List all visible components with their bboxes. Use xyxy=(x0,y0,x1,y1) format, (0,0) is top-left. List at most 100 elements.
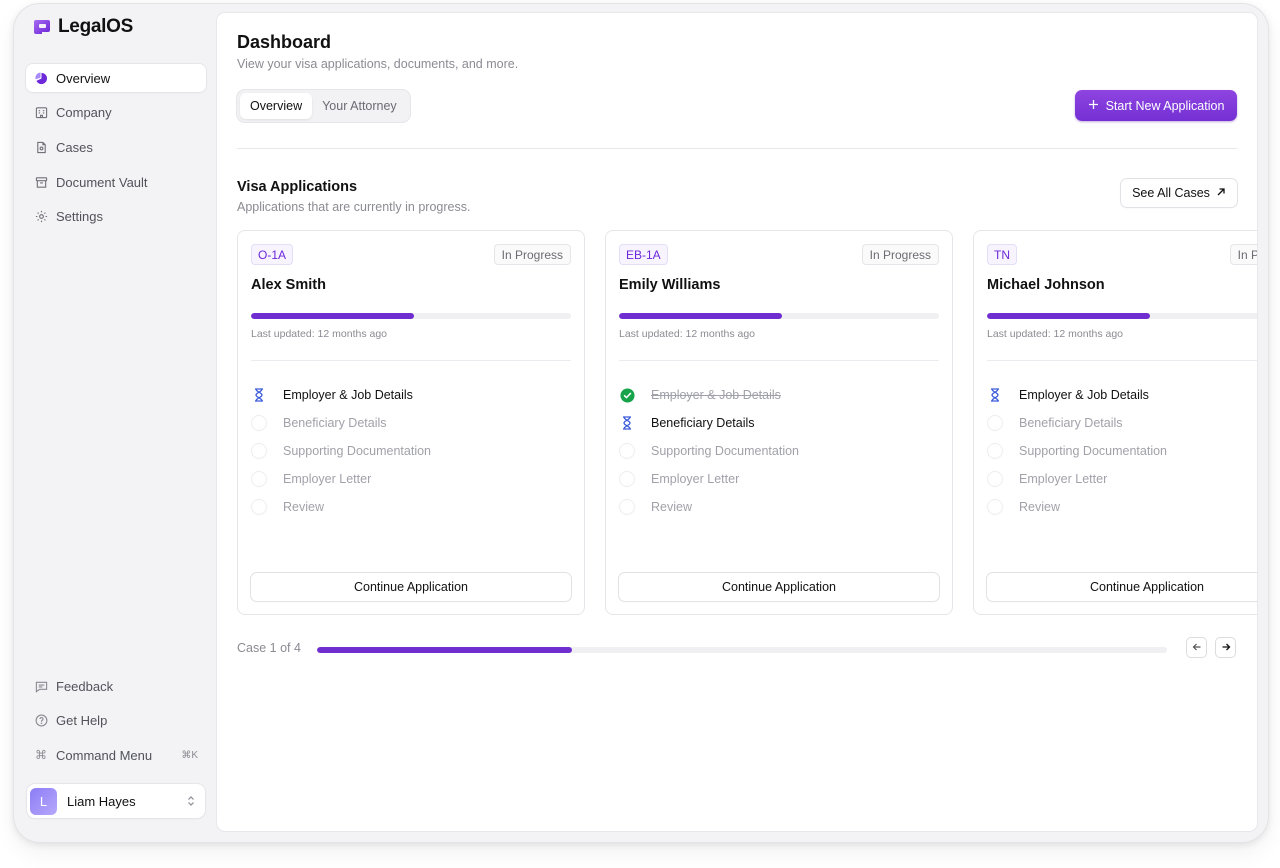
step-label: Supporting Documentation xyxy=(651,444,800,458)
arrow-right-icon xyxy=(1221,639,1231,657)
tab-your-attorney[interactable]: Your Attorney xyxy=(312,93,407,119)
empty-circle-icon xyxy=(619,443,635,459)
button-label: Start New Application xyxy=(1105,98,1225,113)
sidebar: LegalOS Overview Company Cases Document … xyxy=(14,4,217,842)
empty-circle-icon xyxy=(987,415,1003,431)
main-content: Dashboard View your visa applications, d… xyxy=(217,13,1257,831)
step-item: Employer Letter xyxy=(619,465,799,493)
visa-type-badge: EB-1A xyxy=(619,244,668,265)
divider xyxy=(251,360,571,361)
pager-label: Case 1 of 4 xyxy=(237,641,301,655)
step-item: Review xyxy=(987,493,1167,521)
page-title: Dashboard xyxy=(237,32,332,52)
pager-progress xyxy=(317,647,1167,653)
hourglass-icon xyxy=(987,387,1003,403)
step-label: Beneficiary Details xyxy=(1019,416,1123,430)
sidebar-item-feedback[interactable]: Feedback xyxy=(26,672,206,700)
step-label: Employer Letter xyxy=(1019,472,1108,486)
progress-bar xyxy=(987,313,1257,319)
divider xyxy=(237,148,1237,149)
plus-icon xyxy=(1088,99,1099,113)
overview-icon xyxy=(34,71,48,85)
help-circle-icon xyxy=(34,714,48,728)
user-switcher[interactable]: L Liam Hayes xyxy=(27,784,205,818)
progress-bar-fill xyxy=(987,313,1151,319)
step-list: Employer & Job Details Beneficiary Detail… xyxy=(987,381,1167,521)
section-title: Visa Applications xyxy=(237,179,358,195)
step-label: Review xyxy=(651,500,692,514)
applicant-name: Michael Johnson xyxy=(987,277,1105,293)
step-label: Supporting Documentation xyxy=(1019,444,1168,458)
visa-type-badge: O-1A xyxy=(251,244,294,265)
empty-circle-icon xyxy=(251,471,267,487)
avatar: L xyxy=(30,787,57,815)
empty-circle-icon xyxy=(619,499,635,515)
sidebar-item-label: Cases xyxy=(56,139,93,155)
step-list: Employer & Job Details Beneficiary Detail… xyxy=(619,381,799,521)
button-label: See All Cases xyxy=(1132,186,1210,200)
status-badge: In Progress xyxy=(861,244,939,265)
step-list: Employer & Job Details Beneficiary Detail… xyxy=(251,381,431,521)
progress-bar-fill xyxy=(619,313,783,319)
continue-application-button[interactable]: Continue Application xyxy=(987,573,1257,601)
last-updated: Last updated: 12 months ago xyxy=(987,328,1124,340)
step-item: Employer Letter xyxy=(987,465,1167,493)
arrow-left-icon xyxy=(1192,639,1202,657)
empty-circle-icon xyxy=(251,415,267,431)
sidebar-item-company[interactable]: Company xyxy=(26,99,206,127)
sidebar-item-settings[interactable]: Settings xyxy=(26,203,206,231)
status-badge: In Progress xyxy=(493,244,571,265)
tab-overview[interactable]: Overview xyxy=(240,93,313,119)
step-label: Employer & Job Details xyxy=(651,388,781,402)
step-label: Review xyxy=(1019,500,1060,514)
step-item: Employer & Job Details xyxy=(251,381,431,409)
command-icon: ⌘ xyxy=(35,748,47,763)
step-item: Review xyxy=(251,493,431,521)
sidebar-footer-nav: Feedback Get Help ⌘ Command Menu ⌘K xyxy=(26,672,206,776)
step-label: Beneficiary Details xyxy=(283,416,387,430)
next-button[interactable] xyxy=(1216,638,1235,657)
sidebar-item-label: Settings xyxy=(56,209,103,225)
step-label: Employer & Job Details xyxy=(1019,388,1149,402)
last-updated: Last updated: 12 months ago xyxy=(619,328,756,340)
last-updated: Last updated: 12 months ago xyxy=(251,328,388,340)
sidebar-item-label: Overview xyxy=(56,70,111,86)
progress-bar xyxy=(251,313,571,319)
sidebar-item-label: Get Help xyxy=(56,713,108,729)
visa-application-card: TN In Progress Michael Johnson Last updated… xyxy=(973,230,1257,615)
applicant-name: Alex Smith xyxy=(251,277,326,293)
step-label: Employer & Job Details xyxy=(283,388,413,402)
view-tabs: Overview Your Attorney xyxy=(237,90,410,122)
see-all-cases-button[interactable]: See All Cases xyxy=(1121,179,1237,207)
empty-circle-icon xyxy=(619,471,635,487)
empty-circle-icon xyxy=(987,471,1003,487)
divider xyxy=(987,360,1257,361)
user-name: Liam Hayes xyxy=(67,793,136,809)
sidebar-item-label: Feedback xyxy=(56,678,114,694)
step-item: Beneficiary Details xyxy=(987,409,1167,437)
check-circle-icon xyxy=(619,387,635,403)
message-icon xyxy=(34,679,48,693)
continue-application-button[interactable]: Continue Application xyxy=(251,573,571,601)
sidebar-nav: Overview Company Cases Document Vault Se… xyxy=(26,64,206,237)
sidebar-item-get-help[interactable]: Get Help xyxy=(26,707,206,735)
empty-circle-icon xyxy=(987,443,1003,459)
start-new-application-button[interactable]: Start New Application xyxy=(1075,90,1237,121)
app-window: LegalOS Overview Company Cases Document … xyxy=(14,4,1268,842)
sidebar-item-cases[interactable]: Cases xyxy=(26,133,206,161)
visa-type-badge: TN xyxy=(987,244,1017,265)
step-item: Review xyxy=(619,493,799,521)
archive-icon xyxy=(34,175,48,189)
sidebar-item-overview[interactable]: Overview xyxy=(26,64,206,92)
progress-bar xyxy=(619,313,939,319)
sidebar-item-document-vault[interactable]: Document Vault xyxy=(26,168,206,196)
previous-button[interactable] xyxy=(1187,638,1206,657)
sidebar-item-command-menu[interactable]: ⌘ Command Menu ⌘K xyxy=(26,741,206,769)
step-label: Employer Letter xyxy=(651,472,740,486)
continue-application-button[interactable]: Continue Application xyxy=(619,573,939,601)
visa-card-carousel: O-1A In Progress Alex Smith Last updated: 1… xyxy=(237,230,1257,616)
step-label: Supporting Documentation xyxy=(283,444,432,458)
hourglass-icon xyxy=(251,387,267,403)
step-item: Supporting Documentation xyxy=(987,437,1167,465)
sidebar-item-label: Command Menu xyxy=(56,747,153,763)
